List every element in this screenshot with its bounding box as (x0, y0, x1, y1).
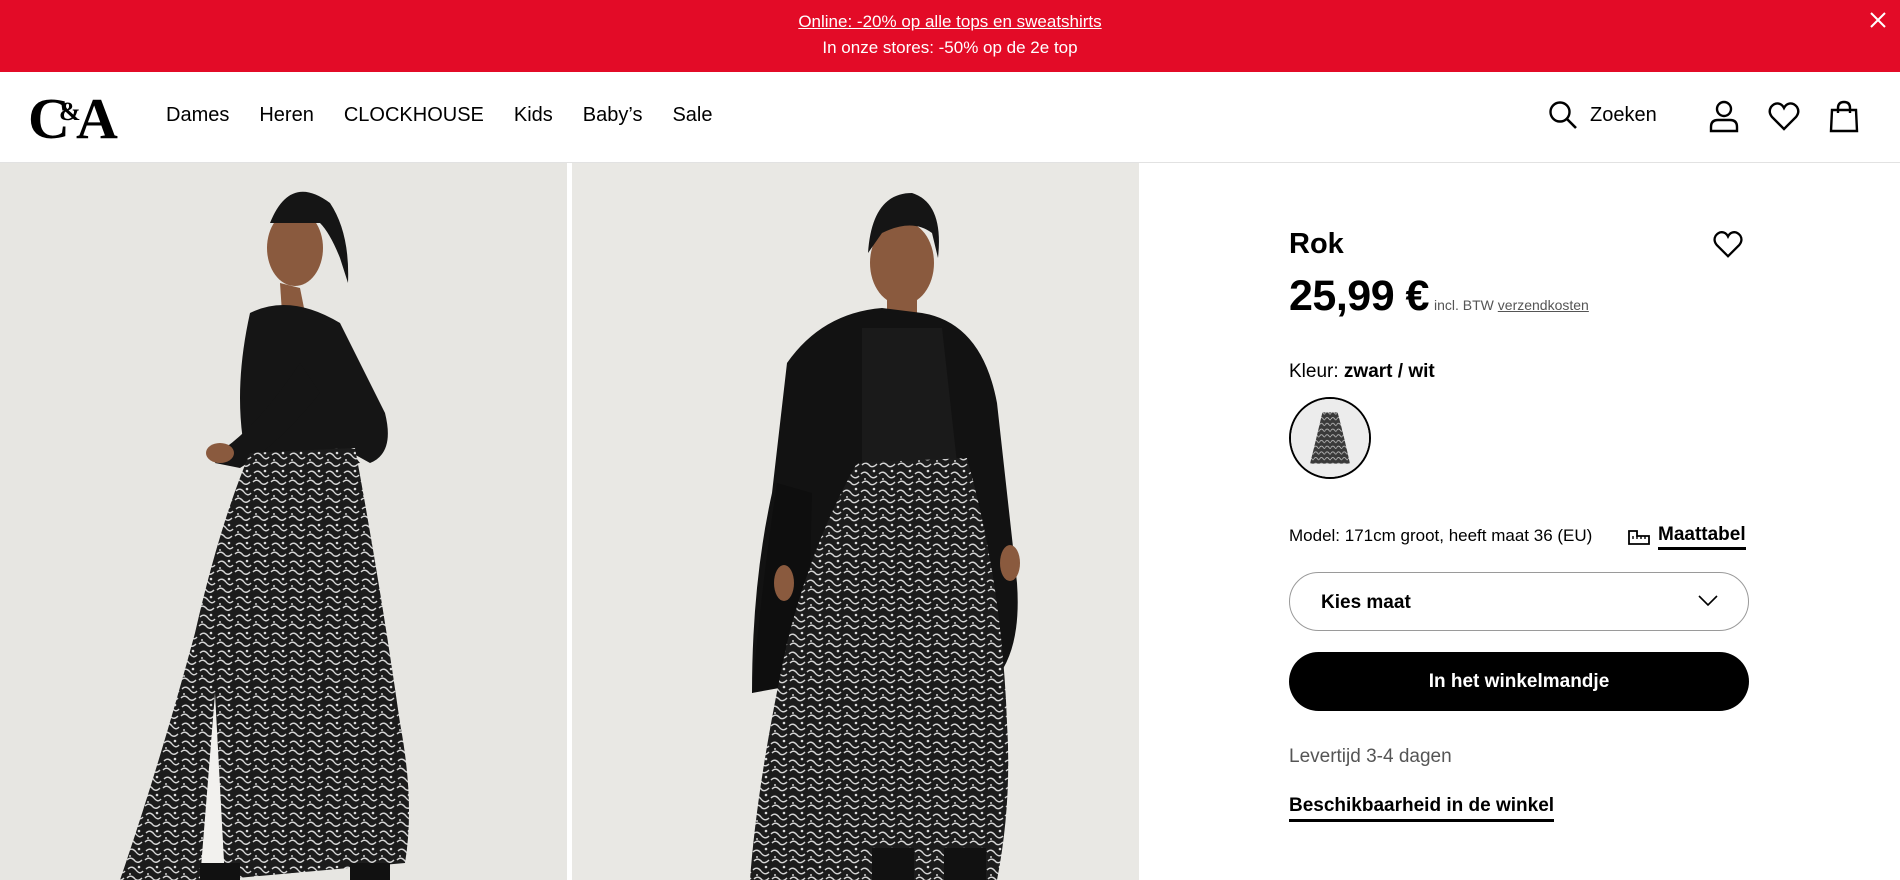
store-availability-link[interactable]: Beschikbaarheid in de winkel (1289, 795, 1555, 822)
size-chart-link[interactable]: Maattabel (1628, 524, 1746, 550)
product-title: Rok (1289, 228, 1344, 260)
nav-kids[interactable]: Kids (514, 104, 553, 127)
wishlist-icon[interactable] (1767, 99, 1801, 133)
size-select-label: Kies maat (1321, 592, 1411, 613)
size-select[interactable]: Kies maat (1289, 572, 1749, 631)
promo-online-link[interactable]: Online: -20% op alle tops en sweatshirts (0, 12, 1900, 32)
search-button[interactable]: Zoeken (1548, 100, 1657, 130)
color-info: Kleur: zwart / wit (1289, 361, 1435, 383)
model-photo-side (0, 163, 567, 880)
chevron-down-icon (1698, 595, 1718, 607)
nav-clockhouse[interactable]: CLOCKHOUSE (344, 104, 484, 127)
color-label: Kleur: (1289, 361, 1339, 382)
delivery-time: Levertijd 3-4 dagen (1289, 746, 1452, 767)
skirt-thumbnail (1291, 399, 1369, 477)
size-chart-label: Maattabel (1658, 524, 1746, 550)
brand-logo[interactable]: C & A (28, 88, 128, 144)
vat-info: incl. BTW verzendkosten (1434, 297, 1589, 313)
nav-babys[interactable]: Baby’s (583, 104, 643, 127)
product-price: 25,99 € (1289, 272, 1429, 320)
product-image-2[interactable] (572, 163, 1139, 880)
color-value: zwart / wit (1343, 361, 1435, 382)
nav-heren[interactable]: Heren (259, 104, 313, 127)
model-photo-front (572, 163, 1139, 880)
site-header: C & A Dames Heren CLOCKHOUSE Kids Baby’s… (0, 72, 1900, 163)
vat-text: incl. BTW (1434, 297, 1494, 313)
nav-dames[interactable]: Dames (166, 104, 229, 127)
search-icon (1549, 101, 1577, 129)
color-swatch[interactable] (1289, 397, 1371, 479)
account-icon[interactable] (1707, 99, 1741, 133)
shipping-costs-link[interactable]: verzendkosten (1498, 297, 1589, 313)
nav-sale[interactable]: Sale (672, 104, 712, 127)
add-to-wishlist-icon[interactable] (1712, 228, 1744, 260)
add-to-cart-button[interactable]: In het winkelmandje (1289, 652, 1749, 711)
main-nav: Dames Heren CLOCKHOUSE Kids Baby’s Sale (166, 104, 742, 127)
model-info: Model: 171cm groot, heeft maat 36 (EU) (1289, 526, 1593, 545)
close-icon[interactable] (1866, 8, 1890, 32)
promo-banner: Online: -20% op alle tops en sweatshirts… (0, 0, 1900, 72)
promo-store-text: In onze stores: -50% op de 2e top (822, 38, 1078, 57)
search-label: Zoeken (1590, 103, 1657, 126)
ruler-icon (1628, 530, 1650, 545)
product-image-1[interactable] (0, 163, 567, 880)
svg-text:A: A (76, 88, 118, 144)
bag-icon[interactable] (1827, 99, 1861, 133)
